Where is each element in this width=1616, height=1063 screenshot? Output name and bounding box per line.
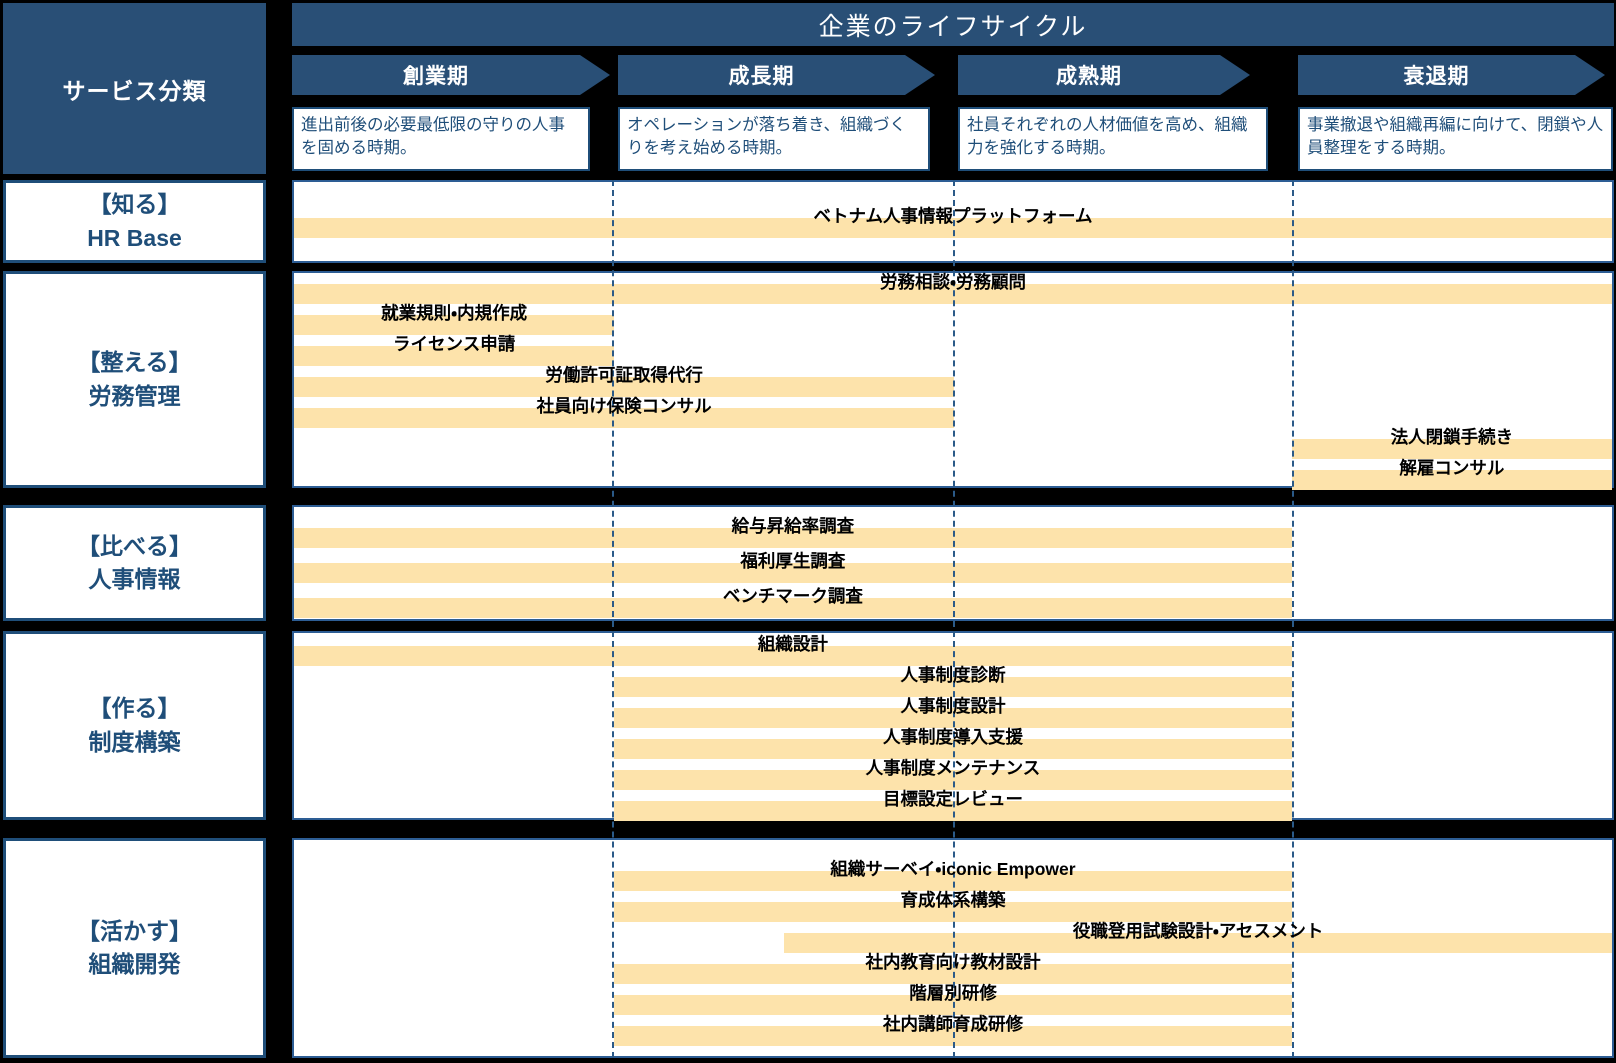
lifecycle-title-band: 企業のライフサイクル (292, 3, 1614, 46)
service-bar-label: 社内講師育成研修 (614, 1012, 1291, 1036)
service-bar-label: 社員向け保険コンサル (294, 394, 954, 418)
category-subname: 人事情報 (89, 563, 181, 596)
phase-description-4: 事業撤退や組織再編に向けて、閉鎖や人員整理をする時期。 (1298, 107, 1613, 171)
service-bar-label: 就業規則・内規作成 (294, 301, 614, 325)
category-name: 【知る】 (89, 188, 181, 221)
row-gantt-panel: 給与昇給率調査福利厚生調査ベンチマーク調査 (292, 505, 1614, 621)
service-bar-label: 人事制度メンテナンス (614, 756, 1291, 780)
service-bar-label: 組織サーベイ・iconic Empower (614, 857, 1291, 881)
row-category-label: 【知る】HR Base (3, 180, 266, 263)
service-bar-label: 階層別研修 (614, 981, 1291, 1005)
category-name: 【比べる】 (77, 530, 192, 563)
service-bar-label: 組織設計 (294, 632, 1292, 656)
phase-arrow-1: 創業期 (292, 55, 610, 95)
service-bar-label: 人事制度導入支援 (614, 725, 1291, 749)
service-bar-label: 福利厚生調査 (294, 549, 1292, 573)
phase-arrow-3: 成熟期 (958, 55, 1250, 95)
phase-description-2: オペレーションが落ち着き、組織づくりを考え始める時期。 (618, 107, 930, 171)
service-lifecycle-diagram: サービス分類 企業のライフサイクル 創業期成長期成熟期 衰退期 進出前後の必要最低… (0, 0, 1616, 1063)
service-bar-label: 労務相談・労務顧問 (294, 270, 1612, 294)
category-name: 【整える】 (77, 346, 191, 379)
phase-description-3: 社員それぞれの人材価値を高め、組織力を強化する時期。 (958, 107, 1268, 171)
corner-header-service-category: サービス分類 (3, 3, 266, 174)
service-bar-label: 育成体系構築 (614, 888, 1291, 912)
service-bar-label: 労働許可証取得代行 (294, 363, 954, 387)
service-bar-label: 役職登用試験設計・アセスメント (784, 919, 1612, 943)
service-bar-label: 社内教育向け教材設計 (614, 950, 1291, 974)
category-subname: 制度構築 (89, 726, 181, 759)
phase-arrow-4: 衰退期 (1298, 55, 1605, 95)
service-bar-label: 人事制度診断 (614, 663, 1291, 687)
service-bar-label: 給与昇給率調査 (294, 514, 1292, 538)
category-subname: HR Base (87, 222, 182, 255)
row-category-label: 【活かす】組織開発 (3, 838, 266, 1058)
category-subname: 労務管理 (89, 380, 181, 413)
row-category-label: 【整える】労務管理 (3, 271, 266, 488)
service-bar-label: 解雇コンサル (1292, 456, 1612, 480)
row-category-label: 【比べる】人事情報 (3, 505, 266, 621)
phase-description-1: 進出前後の必要最低限の守りの人事を固める時期。 (292, 107, 590, 171)
service-bar-label: ライセンス申請 (294, 332, 614, 356)
service-bar-label: ベンチマーク調査 (294, 584, 1292, 608)
service-bar-label: ベトナム人事情報プラットフォーム (294, 204, 1612, 228)
phase-arrow-2: 成長期 (618, 55, 935, 95)
service-bar-label: 人事制度設計 (614, 694, 1291, 718)
service-bar-label: 目標設定レビュー (614, 787, 1291, 811)
category-name: 【活かす】 (77, 915, 192, 948)
category-name: 【作る】 (89, 692, 181, 725)
row-category-label: 【作る】制度構築 (3, 631, 266, 820)
service-bar-label: 法人閉鎖手続き (1292, 425, 1612, 449)
category-subname: 組織開発 (89, 948, 181, 981)
